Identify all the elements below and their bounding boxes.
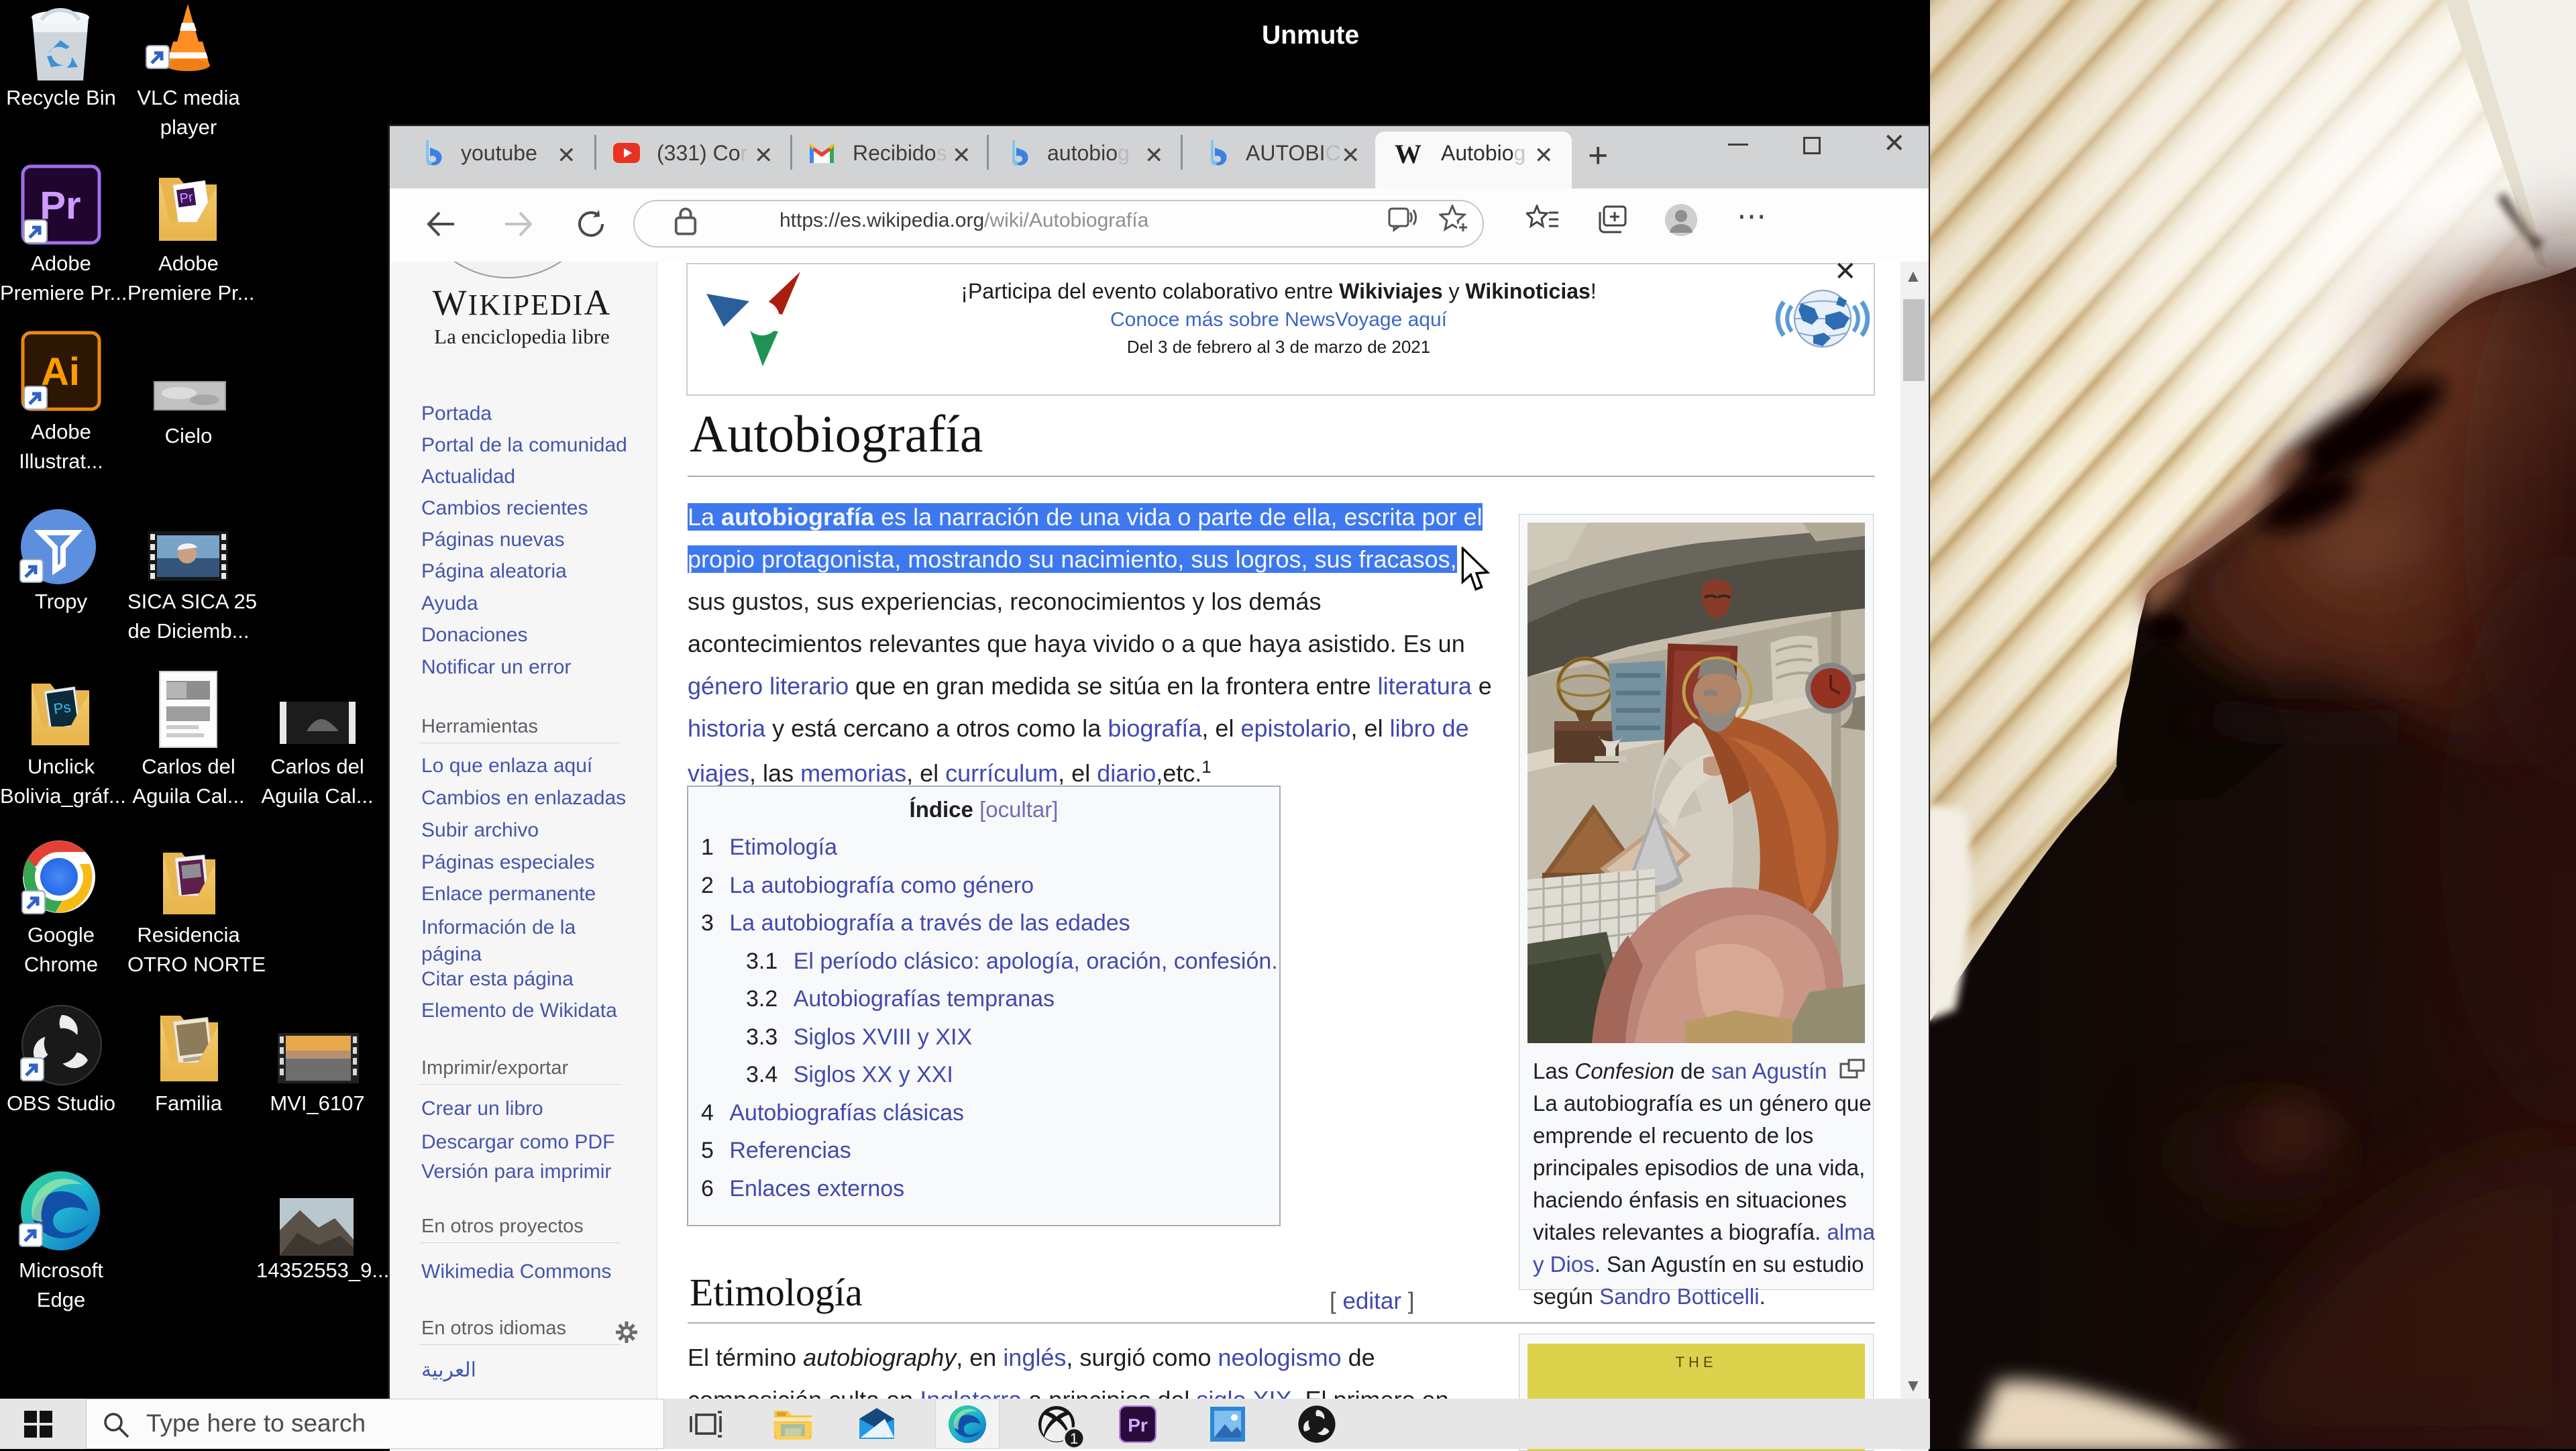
svg-text:Ps: Ps xyxy=(52,698,72,717)
svg-text:Pr: Pr xyxy=(178,190,194,207)
svg-text:Pr: Pr xyxy=(1128,1415,1148,1436)
svg-text:1: 1 xyxy=(1070,1430,1078,1447)
svg-text:Ai: Ai xyxy=(41,350,80,394)
